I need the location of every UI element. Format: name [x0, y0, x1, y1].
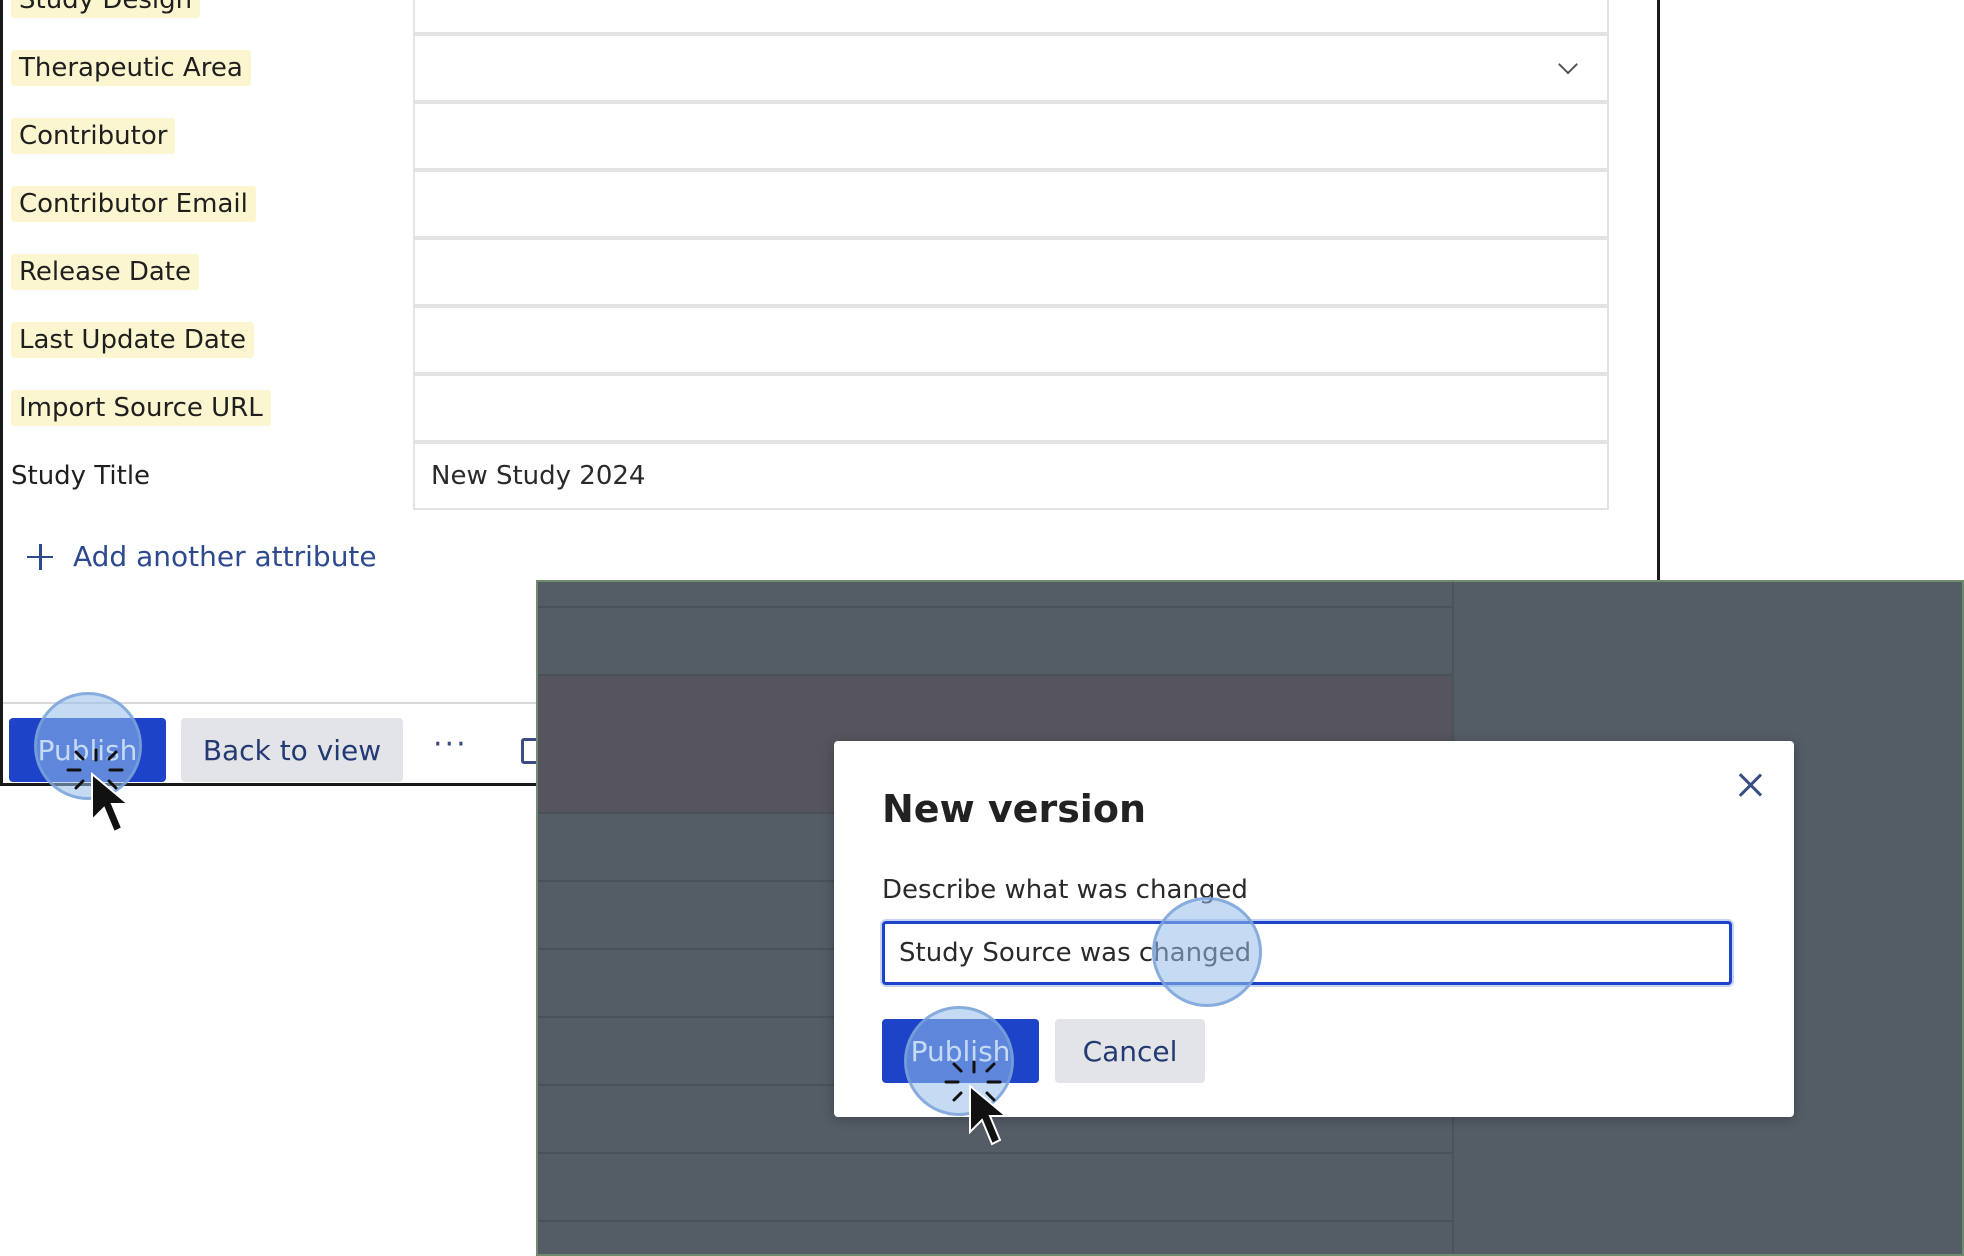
new-version-dialog: New version Describe what was changed Pu… — [834, 741, 1794, 1117]
attribute-value-select[interactable] — [413, 34, 1609, 102]
dialog-cancel-button[interactable]: Cancel — [1055, 1019, 1205, 1083]
attribute-value-field[interactable] — [413, 170, 1609, 238]
attribute-label: Contributor Email — [11, 186, 256, 222]
attribute-label: Therapeutic Area — [11, 50, 251, 86]
attribute-value-field[interactable] — [413, 0, 1609, 34]
dialog-publish-button[interactable]: Publish — [882, 1019, 1039, 1083]
attribute-value-field[interactable] — [413, 102, 1609, 170]
attribute-row: Study Title New Study 2024 — [3, 442, 1657, 510]
attribute-value-field[interactable] — [413, 306, 1609, 374]
publish-button[interactable]: Publish — [9, 718, 166, 782]
attribute-row: Therapeutic Area — [3, 34, 1657, 102]
change-description-label: Describe what was changed — [882, 875, 1248, 905]
change-description-input[interactable] — [882, 921, 1732, 985]
attribute-value-field[interactable] — [413, 374, 1609, 442]
close-icon[interactable] — [1736, 771, 1764, 799]
more-options-icon[interactable]: ··· — [433, 730, 468, 760]
add-attribute-button[interactable]: Add another attribute — [27, 540, 377, 573]
back-to-view-button[interactable]: Back to view — [181, 718, 403, 782]
attribute-row: Release Date — [3, 238, 1657, 306]
attribute-value: New Study 2024 — [431, 461, 646, 491]
chevron-down-icon[interactable] — [1558, 54, 1578, 75]
attribute-label: Study Title — [11, 461, 151, 491]
attribute-label: Release Date — [11, 254, 199, 290]
attribute-label: Import Source URL — [11, 390, 271, 426]
plus-icon — [27, 543, 53, 570]
attribute-row: Last Update Date — [3, 306, 1657, 374]
add-attribute-label: Add another attribute — [73, 540, 377, 573]
attribute-row: Import Source URL — [3, 374, 1657, 442]
attribute-row: Contributor Email — [3, 170, 1657, 238]
attribute-label: Last Update Date — [11, 322, 254, 358]
attribute-row-study-design: Study Design — [3, 0, 1657, 34]
attribute-value-field[interactable]: New Study 2024 — [413, 442, 1609, 510]
attribute-label: Contributor — [11, 118, 176, 154]
attribute-value-field[interactable] — [413, 238, 1609, 306]
dialog-title: New version — [882, 787, 1146, 831]
attribute-label: Study Design — [11, 0, 201, 18]
attribute-row: Contributor — [3, 102, 1657, 170]
